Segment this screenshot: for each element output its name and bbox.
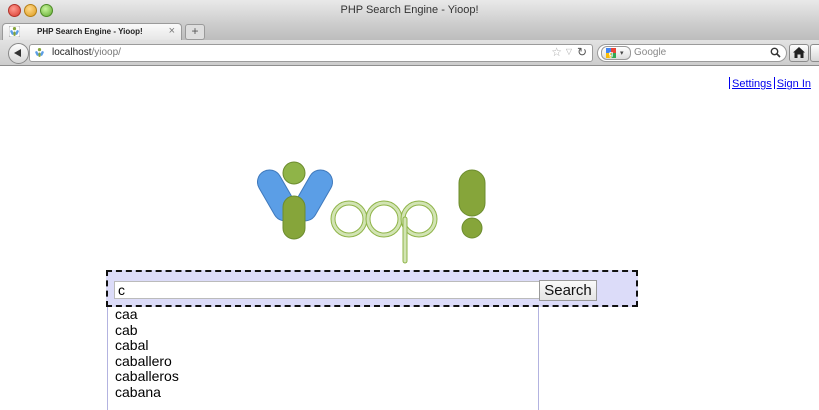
back-button[interactable] [8,43,29,64]
tab-close-icon[interactable]: × [169,25,175,37]
tab-title: PHP Search Engine - Yioop! [37,27,143,36]
window-titlebar: PHP Search Engine - Yioop! [0,0,819,23]
suggestion-item[interactable]: cabana [108,384,538,401]
search-form: Search [106,270,638,307]
url-text[interactable]: localhost/yioop/ [52,47,121,58]
tab-yioop[interactable]: PHP Search Engine - Yioop! × [2,23,182,40]
search-input[interactable] [114,281,539,299]
navigation-toolbar: localhost/yioop/ ☆ ▽ ↻ g ▾ Google [0,40,819,66]
search-button[interactable]: Search [539,280,597,301]
bookmark-star-icon[interactable]: ☆ [551,45,562,59]
url-path: /yioop/ [91,47,121,58]
sign-in-link[interactable]: Sign In [777,78,811,90]
home-button[interactable] [789,44,809,62]
suggestion-item[interactable]: cabal [108,338,538,354]
chevron-down-icon: ▾ [620,50,624,57]
svg-text:g: g [609,51,613,58]
yioop-logo [257,161,486,264]
new-tab-button[interactable]: + [185,24,205,40]
history-dropdown-icon[interactable]: ▽ [566,47,572,56]
tab-strip: PHP Search Engine - Yioop! × + [0,22,819,40]
google-icon: g [606,48,616,58]
url-bar[interactable]: localhost/yioop/ ☆ ▽ ↻ [29,44,593,62]
url-host: localhost [52,47,92,58]
reload-icon[interactable]: ↻ [577,45,587,59]
suggestion-item[interactable]: caa [108,306,538,323]
settings-link[interactable]: Settings [732,78,772,90]
header-links: Settings Sign In [727,77,811,90]
search-engine-placeholder: Google [634,47,667,58]
yioop-favicon-icon [35,48,44,57]
link-separator [729,77,730,89]
toolbar-overflow-button[interactable] [810,44,819,62]
home-icon [793,47,805,58]
search-engine-selector[interactable]: g ▾ [601,46,631,60]
link-separator [773,77,775,89]
browser-search-bar[interactable]: g ▾ Google [597,44,787,62]
yioop-favicon-icon [9,26,20,37]
suggestion-item[interactable]: caballeros [108,369,538,385]
autocomplete-dropdown: caa cab cabal caballero caballeros caban… [107,306,539,410]
suggestion-item[interactable]: cab [108,322,538,339]
suggestion-item[interactable]: caballero [108,353,538,370]
window-title: PHP Search Engine - Yioop! [340,4,479,16]
magnifier-icon[interactable] [770,47,781,58]
